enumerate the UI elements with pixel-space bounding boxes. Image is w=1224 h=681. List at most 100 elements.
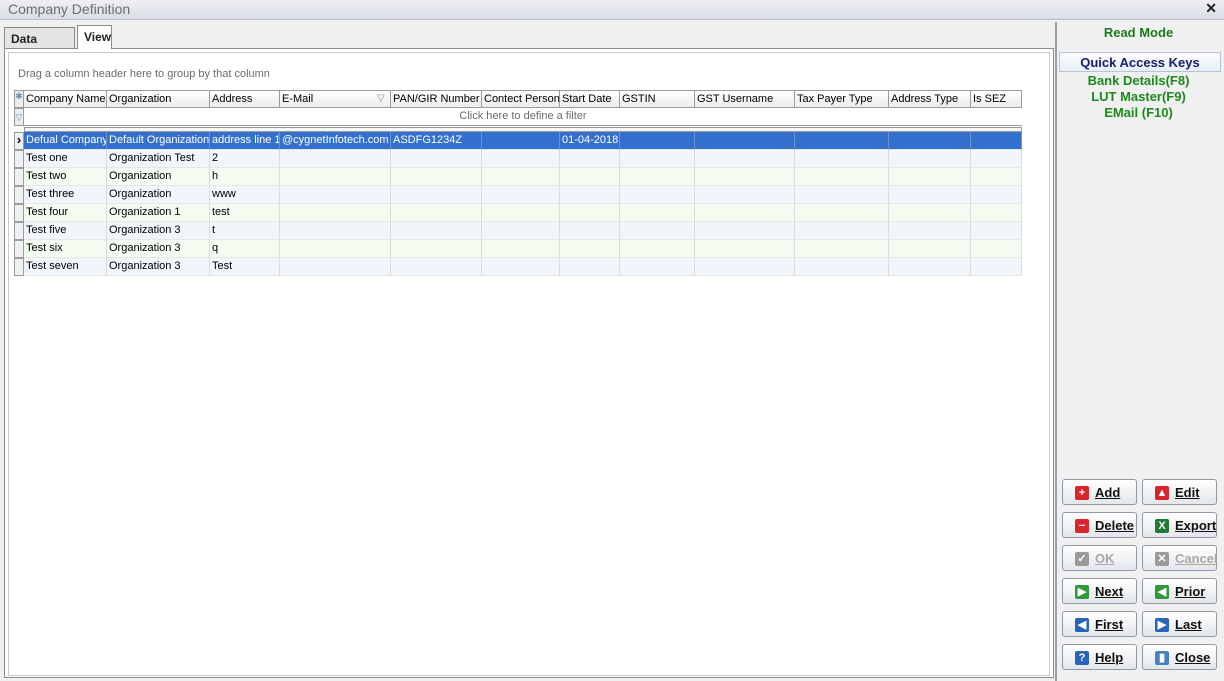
- cell-gstin[interactable]: [620, 258, 695, 276]
- cell-is-sez[interactable]: [971, 240, 1022, 258]
- quick-access-email[interactable]: EMail (F10): [1059, 105, 1218, 120]
- cell-contect-person[interactable]: [482, 204, 560, 222]
- cell-address-type[interactable]: [889, 150, 971, 168]
- cell-company-name[interactable]: Test three: [24, 186, 107, 204]
- cell-tax-payer-type[interactable]: [795, 132, 889, 150]
- cell-pan-gir-number[interactable]: [391, 222, 482, 240]
- cancel-button[interactable]: ✕ Cancel: [1142, 545, 1218, 571]
- cell-gst-username[interactable]: [695, 258, 795, 276]
- cell-is-sez[interactable]: [971, 204, 1022, 222]
- cell-start-date[interactable]: [560, 204, 620, 222]
- next-button[interactable]: ▶ Next: [1062, 578, 1137, 604]
- column-header-gstin[interactable]: GSTIN: [620, 90, 695, 108]
- cell-is-sez[interactable]: [971, 186, 1022, 204]
- row-selector[interactable]: [14, 186, 24, 204]
- column-header-address[interactable]: Address: [210, 90, 280, 108]
- row-selector[interactable]: [14, 222, 24, 240]
- cell-is-sez[interactable]: [971, 168, 1022, 186]
- cell-address[interactable]: h: [210, 168, 280, 186]
- cell-address-type[interactable]: [889, 168, 971, 186]
- cell-pan-gir-number[interactable]: [391, 258, 482, 276]
- cell-address[interactable]: Test: [210, 258, 280, 276]
- cell-e-mail[interactable]: [280, 204, 391, 222]
- cell-organization[interactable]: Organization 3: [107, 258, 210, 276]
- cell-start-date[interactable]: [560, 258, 620, 276]
- cell-address-type[interactable]: [889, 186, 971, 204]
- cell-pan-gir-number[interactable]: [391, 204, 482, 222]
- cell-contect-person[interactable]: [482, 150, 560, 168]
- cell-company-name[interactable]: Test six: [24, 240, 107, 258]
- cell-address[interactable]: test: [210, 204, 280, 222]
- cell-tax-payer-type[interactable]: [795, 258, 889, 276]
- cell-contect-person[interactable]: [482, 168, 560, 186]
- row-selector[interactable]: [14, 204, 24, 222]
- cell-contect-person[interactable]: [482, 132, 560, 150]
- cell-is-sez[interactable]: [971, 132, 1022, 150]
- cell-is-sez[interactable]: [971, 222, 1022, 240]
- cell-address-type[interactable]: [889, 240, 971, 258]
- filter-icon[interactable]: ▽: [377, 93, 385, 104]
- delete-button[interactable]: − Delete: [1062, 512, 1137, 538]
- cell-organization[interactable]: Organization: [107, 186, 210, 204]
- last-button[interactable]: ▶ Last: [1142, 611, 1217, 637]
- add-button[interactable]: + Add: [1062, 479, 1137, 505]
- cell-pan-gir-number[interactable]: [391, 150, 482, 168]
- quick-access-lut-master[interactable]: LUT Master(F9): [1059, 89, 1218, 104]
- cell-start-date[interactable]: 01-04-2018: [560, 132, 620, 150]
- cell-start-date[interactable]: [560, 240, 620, 258]
- column-header-e-mail[interactable]: E-Mail: [280, 90, 391, 108]
- cell-e-mail[interactable]: [280, 150, 391, 168]
- cell-pan-gir-number[interactable]: [391, 240, 482, 258]
- tab-data-entry[interactable]: Data Entry: [4, 27, 75, 60]
- tab-view[interactable]: View: [77, 25, 112, 49]
- cell-address-type[interactable]: [889, 222, 971, 240]
- row-selector[interactable]: [14, 258, 24, 276]
- cell-contect-person[interactable]: [482, 240, 560, 258]
- cell-gst-username[interactable]: [695, 204, 795, 222]
- cell-is-sez[interactable]: [971, 150, 1022, 168]
- column-header-start-date[interactable]: Start Date: [560, 90, 620, 108]
- column-header-organization[interactable]: Organization: [107, 90, 210, 108]
- edit-button[interactable]: ▲ Edit: [1142, 479, 1217, 505]
- cell-company-name[interactable]: Test five: [24, 222, 107, 240]
- group-by-hint[interactable]: Drag a column header here to group by th…: [18, 68, 270, 80]
- cell-address[interactable]: t: [210, 222, 280, 240]
- cell-gstin[interactable]: [620, 240, 695, 258]
- row-selector[interactable]: ›: [14, 132, 24, 150]
- column-header-contect-person[interactable]: Contect Person: [482, 90, 560, 108]
- cell-address[interactable]: address line 1: [210, 132, 280, 150]
- cell-gst-username[interactable]: [695, 240, 795, 258]
- cell-organization[interactable]: Organization 3: [107, 222, 210, 240]
- cell-company-name[interactable]: Test one: [24, 150, 107, 168]
- cell-tax-payer-type[interactable]: [795, 150, 889, 168]
- cell-start-date[interactable]: [560, 186, 620, 204]
- prior-button[interactable]: ◀ Prior: [1142, 578, 1217, 604]
- column-header-pan-gir-number[interactable]: PAN/GIR Number: [391, 90, 482, 108]
- cell-gstin[interactable]: [620, 132, 695, 150]
- cell-contect-person[interactable]: [482, 222, 560, 240]
- close-window-icon[interactable]: ✕: [1205, 0, 1217, 17]
- cell-address[interactable]: www: [210, 186, 280, 204]
- cell-e-mail[interactable]: @cygnetInfotech.com: [280, 132, 391, 150]
- cell-address-type[interactable]: [889, 204, 971, 222]
- cell-organization[interactable]: Default Organization: [107, 132, 210, 150]
- cell-gstin[interactable]: [620, 186, 695, 204]
- close-button[interactable]: ▮ Close: [1142, 644, 1217, 670]
- column-header-tax-payer-type[interactable]: Tax Payer Type: [795, 90, 889, 108]
- cell-gstin[interactable]: [620, 168, 695, 186]
- column-header-company-name[interactable]: Company Name: [24, 90, 107, 108]
- row-selector[interactable]: [14, 150, 24, 168]
- ok-button[interactable]: ✓ OK: [1062, 545, 1137, 571]
- cell-company-name[interactable]: Test four: [24, 204, 107, 222]
- cell-company-name[interactable]: Test seven: [24, 258, 107, 276]
- help-button[interactable]: ? Help: [1062, 644, 1137, 670]
- cell-gstin[interactable]: [620, 150, 695, 168]
- cell-tax-payer-type[interactable]: [795, 222, 889, 240]
- cell-e-mail[interactable]: [280, 168, 391, 186]
- cell-organization[interactable]: Organization 3: [107, 240, 210, 258]
- cell-gst-username[interactable]: [695, 132, 795, 150]
- cell-gst-username[interactable]: [695, 168, 795, 186]
- cell-e-mail[interactable]: [280, 258, 391, 276]
- column-header-gst-username[interactable]: GST Username: [695, 90, 795, 108]
- cell-gst-username[interactable]: [695, 150, 795, 168]
